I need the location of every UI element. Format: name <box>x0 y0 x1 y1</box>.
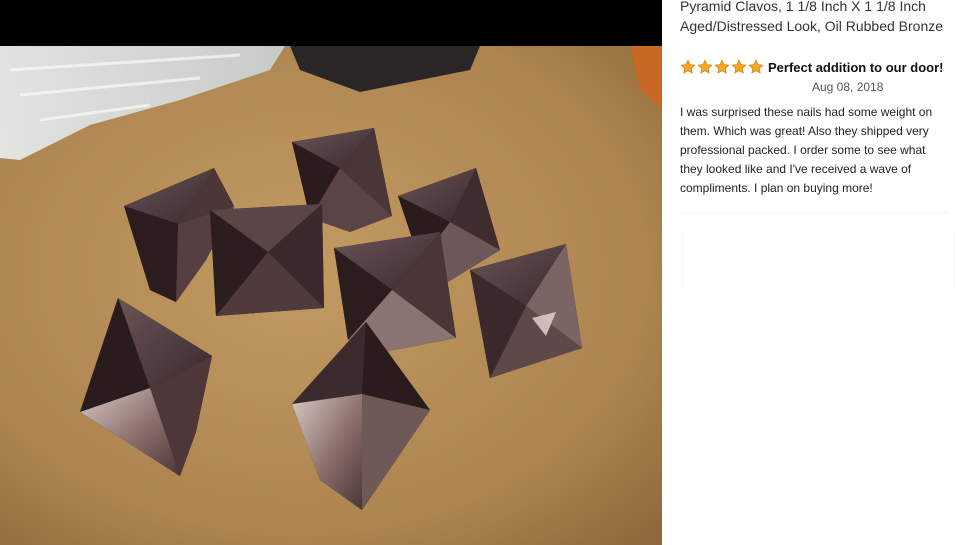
review-body: I was surprised these nails had some wei… <box>680 103 956 198</box>
review-photo[interactable] <box>0 0 662 545</box>
clavo-nail <box>334 232 456 352</box>
review-body-line: them. Which was great! Also they shipped… <box>680 124 929 138</box>
review-panel: Pyramid Clavos, 1 1/8 Inch X 1 1/8 Inch … <box>662 0 956 545</box>
review-date: Aug 08, 2018 <box>812 80 884 94</box>
review-photo-image <box>0 0 662 545</box>
review-body-line: compliments. I plan on buying more! <box>680 181 873 195</box>
review-body-line: professional packed. I order some to see… <box>680 143 926 157</box>
star-rating <box>680 59 764 75</box>
review-body-line: I was surprised these nails had some wei… <box>680 105 933 119</box>
star-icon <box>697 59 713 74</box>
empty-content-box <box>682 232 954 288</box>
product-title-line[interactable]: Aged/Distressed Look, Oil Rubbed Bronze <box>680 16 956 36</box>
product-title-line[interactable]: Pyramid Clavos, 1 1/8 Inch X 1 1/8 Inch <box>680 0 956 16</box>
star-icon <box>731 59 747 74</box>
clavo-nail <box>210 204 324 316</box>
review-title[interactable]: Perfect addition to our door! <box>768 60 944 75</box>
review-body-line: they looked like and I've received a wav… <box>680 162 912 176</box>
product-title[interactable]: Pyramid Clavos, 1 1/8 Inch X 1 1/8 Inch … <box>680 0 956 36</box>
review-header: Perfect addition to our door! <box>680 58 944 76</box>
star-icon <box>714 59 730 74</box>
star-icon <box>680 59 696 74</box>
divider <box>680 212 950 213</box>
star-icon <box>748 59 764 74</box>
